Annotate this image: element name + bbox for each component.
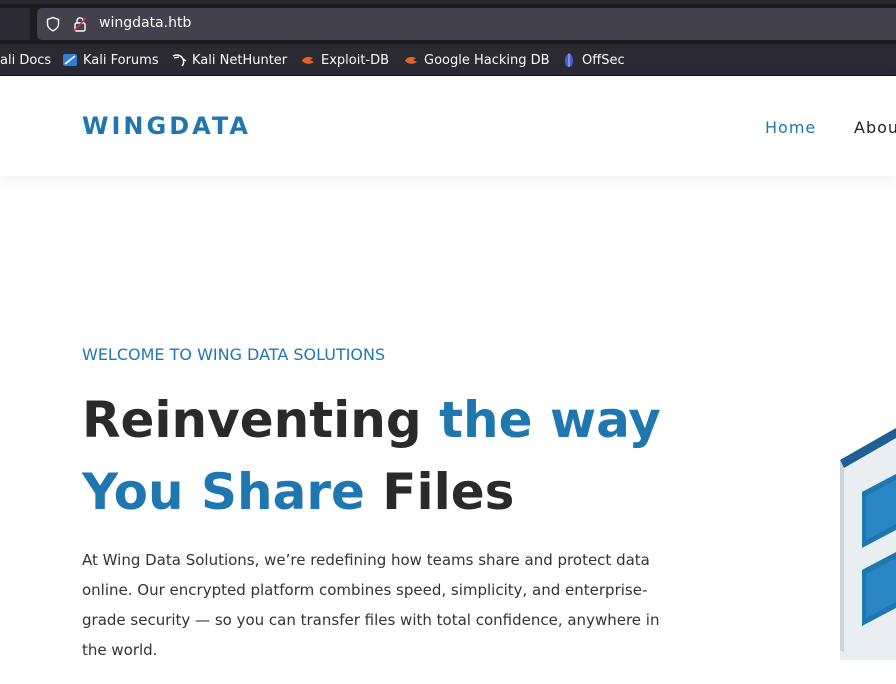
browser-toolbar: wingdata.htb — [0, 0, 896, 44]
toolbar-button[interactable] — [0, 8, 30, 40]
kali-nethunter-icon — [172, 54, 187, 67]
headline-dark-text: Files — [364, 463, 515, 521]
hero-description: At Wing Data Solutions, we’re redefining… — [82, 551, 660, 659]
bookmark-label: OffSec — [582, 52, 625, 68]
bookmarks-toolbar: ali Docs Kali Forums Kali NetHunter Expl… — [0, 44, 896, 76]
headline-accent-text: You Share — [82, 463, 365, 521]
site-logo[interactable]: WINGDATA — [82, 112, 251, 140]
insecure-lock-icon[interactable] — [73, 16, 87, 32]
bookmark-offsec[interactable]: OffSec — [561, 51, 625, 69]
headline-accent-text: the way — [439, 391, 661, 449]
nav-link-home[interactable]: Home — [765, 118, 816, 137]
exploit-db-icon — [302, 57, 314, 64]
address-bar[interactable]: wingdata.htb — [37, 8, 896, 40]
bookmark-label: Exploit-DB — [321, 52, 390, 68]
bookmark-kali-forums[interactable]: Kali Forums — [62, 51, 159, 69]
nav-link-about[interactable]: Abou — [854, 118, 896, 137]
bookmark-label: ali Docs — [0, 52, 52, 68]
bookmark-exploit-db[interactable]: Exploit-DB — [300, 51, 389, 69]
kali-forums-icon — [63, 54, 77, 66]
hero-headline: Reinventing the way You Share Files — [82, 384, 702, 528]
bookmark-label: Google Hacking DB — [424, 52, 550, 68]
bookmark-google-hacking-db[interactable]: Google Hacking DB — [403, 51, 550, 69]
file-cabinet-illustration — [840, 428, 896, 660]
bookmark-kali-docs[interactable]: ali Docs — [0, 51, 51, 69]
ghdb-icon — [405, 57, 417, 64]
headline-dark-text: Reinventing — [82, 391, 440, 449]
site-header: WINGDATA Home Abou — [0, 76, 896, 176]
tab-strip-edge — [0, 0, 896, 4]
bookmark-label: Kali NetHunter — [192, 52, 288, 68]
offsec-icon — [565, 53, 573, 67]
url-text[interactable]: wingdata.htb — [99, 15, 191, 31]
bookmark-kali-nethunter[interactable]: Kali NetHunter — [171, 51, 287, 69]
tracking-protection-shield-icon[interactable] — [45, 16, 61, 32]
hero-eyebrow: WELCOME TO WING DATA SOLUTIONS — [82, 345, 386, 364]
bookmark-label: Kali Forums — [83, 52, 159, 68]
